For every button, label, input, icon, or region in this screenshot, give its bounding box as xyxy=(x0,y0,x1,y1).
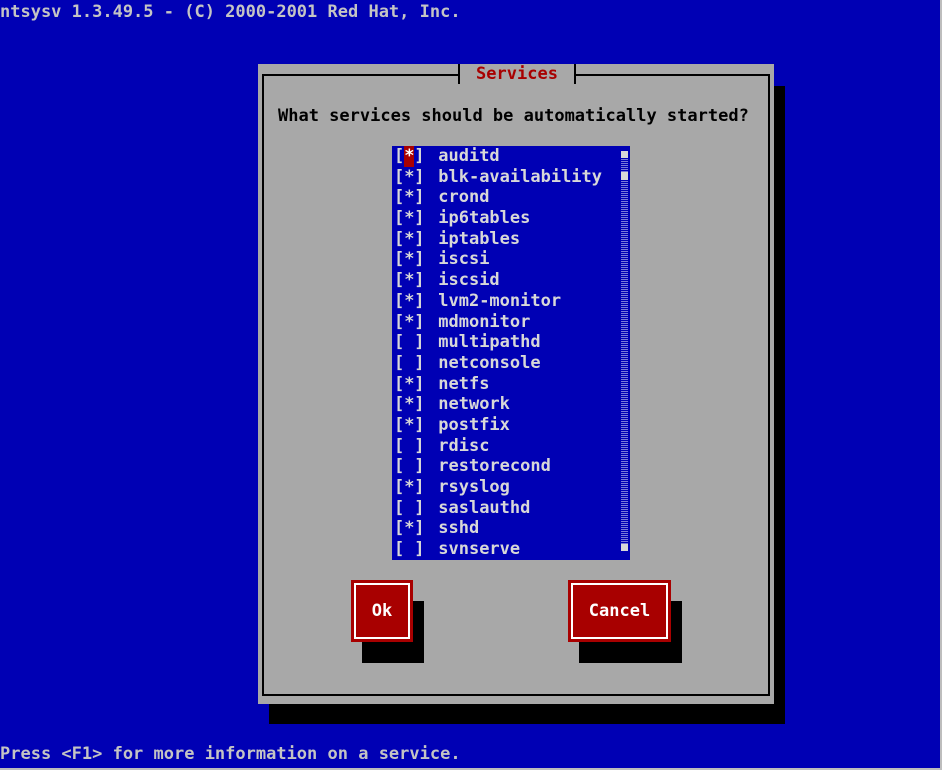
service-name: lvm2-monitor xyxy=(438,290,562,311)
service-checkbox[interactable]: [ ] xyxy=(394,353,428,374)
service-checkbox[interactable]: [ ] xyxy=(394,539,428,560)
service-item[interactable]: [*] mdmonitor xyxy=(392,312,630,333)
service-checkbox[interactable]: [ ] xyxy=(394,436,428,457)
service-checkbox[interactable]: [ ] xyxy=(394,456,428,477)
check-mark: * xyxy=(404,146,415,167)
help-hint: Press <F1> for more information on a ser… xyxy=(0,744,461,764)
service-item[interactable]: [*] crond xyxy=(392,187,630,208)
check-mark: * xyxy=(404,311,415,332)
service-item[interactable]: [*] sshd xyxy=(392,518,630,539)
service-name: rdisc xyxy=(438,435,490,456)
service-checkbox[interactable]: [*] xyxy=(394,291,428,312)
service-item[interactable]: [ ] rdisc xyxy=(392,436,630,457)
check-mark xyxy=(404,353,414,374)
check-mark xyxy=(404,539,414,560)
service-checkbox[interactable]: [ ] xyxy=(394,498,428,519)
service-name: crond xyxy=(438,187,490,208)
service-item[interactable]: [*] iscsid xyxy=(392,270,630,291)
service-checkbox[interactable]: [*] xyxy=(394,229,428,250)
ok-button[interactable]: Ok xyxy=(351,580,413,642)
service-name: netconsole xyxy=(438,352,541,373)
check-mark: * xyxy=(404,228,415,249)
service-checkbox[interactable]: [*] xyxy=(394,208,428,229)
service-checkbox[interactable]: [*] xyxy=(394,146,428,167)
service-checkbox[interactable]: [*] xyxy=(394,249,428,270)
service-name: svnserve xyxy=(438,539,521,560)
service-name: blk-availability xyxy=(438,166,603,187)
service-item[interactable]: [*] rsyslog xyxy=(392,477,630,498)
service-checkbox[interactable]: [*] xyxy=(394,394,428,415)
scroll-track[interactable] xyxy=(621,156,628,546)
service-checkbox[interactable]: [*] xyxy=(394,312,428,333)
check-mark: * xyxy=(404,518,415,539)
service-checkbox[interactable]: [*] xyxy=(394,270,428,291)
service-item[interactable]: [*] auditd xyxy=(392,146,630,167)
check-mark: * xyxy=(404,249,415,270)
service-name: iptables xyxy=(438,228,521,249)
service-name: restorecond xyxy=(438,456,551,477)
service-item[interactable]: [*] netfs xyxy=(392,374,630,395)
list-scrollbar[interactable] xyxy=(618,146,630,560)
scroll-up-arrow-icon[interactable] xyxy=(621,151,628,158)
service-item[interactable]: [*] network xyxy=(392,394,630,415)
check-mark xyxy=(404,456,414,477)
service-item[interactable]: [ ] saslauthd xyxy=(392,498,630,519)
check-mark: * xyxy=(404,394,415,415)
services-list-items: [*] auditd [*] blk-availability [*] crond[… xyxy=(392,146,630,560)
app-title: ntsysv 1.3.49.5 - (C) 2000-2001 Red Hat,… xyxy=(0,2,461,22)
service-name: iscsid xyxy=(438,270,500,291)
service-name: rsyslog xyxy=(438,477,510,497)
check-mark: * xyxy=(404,208,415,229)
services-dialog: Services What services should be automat… xyxy=(258,64,774,704)
dialog-title: Services xyxy=(458,64,576,85)
service-checkbox[interactable]: [ ] xyxy=(394,332,428,353)
service-item[interactable]: [*] postfix xyxy=(392,415,630,436)
services-list[interactable]: [*] auditd [*] blk-availability [*] crond[… xyxy=(392,146,630,560)
service-item[interactable]: [*] ip6tables xyxy=(392,208,630,229)
check-mark: * xyxy=(404,270,415,291)
service-name: network xyxy=(438,394,510,415)
cancel-button[interactable]: Cancel xyxy=(568,580,671,642)
service-item[interactable]: [*] lvm2-monitor xyxy=(392,291,630,312)
check-mark: * xyxy=(404,166,415,187)
check-mark: * xyxy=(404,187,415,208)
service-name: auditd xyxy=(438,146,500,166)
service-checkbox[interactable]: [*] xyxy=(394,374,428,395)
service-checkbox[interactable]: [*] xyxy=(394,415,428,436)
service-item[interactable]: [ ] restorecond xyxy=(392,456,630,477)
service-item[interactable]: [*] iptables xyxy=(392,229,630,250)
service-item[interactable]: [*] iscsi xyxy=(392,249,630,270)
check-mark xyxy=(404,436,414,457)
check-mark: * xyxy=(404,290,415,311)
service-item[interactable]: [ ] multipathd xyxy=(392,332,630,353)
service-checkbox[interactable]: [*] xyxy=(394,518,428,539)
scroll-thumb[interactable] xyxy=(621,172,628,180)
service-checkbox[interactable]: [*] xyxy=(394,167,428,188)
service-name: mdmonitor xyxy=(438,311,531,332)
service-name: ip6tables xyxy=(438,208,531,229)
service-name: postfix xyxy=(438,414,510,435)
service-name: saslauthd xyxy=(438,497,531,518)
check-mark xyxy=(404,332,414,353)
service-checkbox[interactable]: [*] xyxy=(394,477,428,498)
check-mark: * xyxy=(404,373,415,394)
service-name: iscsi xyxy=(438,249,490,270)
scroll-down-arrow-icon[interactable] xyxy=(621,544,628,551)
cancel-button-label: Cancel xyxy=(588,601,651,621)
check-mark xyxy=(404,498,414,519)
dialog-prompt: What services should be automatically st… xyxy=(278,106,749,126)
service-item[interactable]: [*] blk-availability xyxy=(392,167,630,188)
service-item[interactable]: [ ] svnserve xyxy=(392,539,630,560)
service-checkbox[interactable]: [*] xyxy=(394,187,428,208)
service-name: multipathd xyxy=(438,332,541,353)
ok-button-label: Ok xyxy=(371,601,393,621)
check-mark: * xyxy=(404,414,415,435)
check-mark: * xyxy=(404,477,415,497)
terminal-screen: ntsysv 1.3.49.5 - (C) 2000-2001 Red Hat,… xyxy=(0,0,942,770)
service-item[interactable]: [ ] netconsole xyxy=(392,353,630,374)
service-name: netfs xyxy=(438,373,490,394)
service-name: sshd xyxy=(438,518,480,539)
